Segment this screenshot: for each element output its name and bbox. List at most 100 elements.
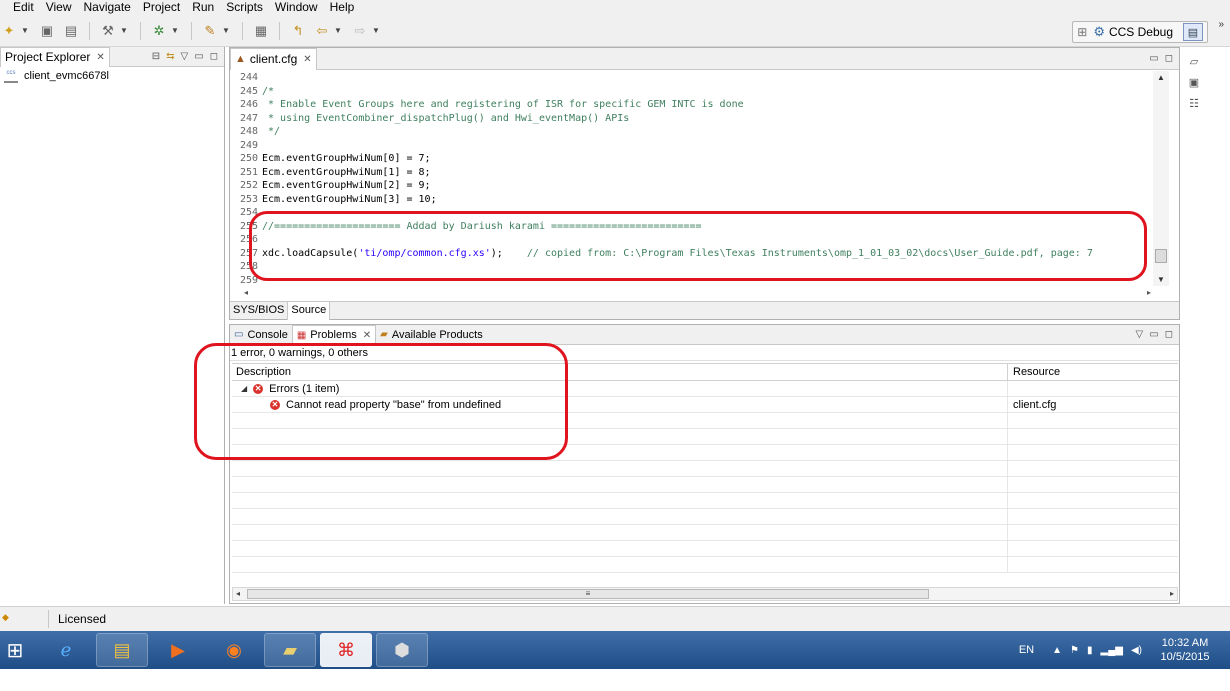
tree-outline-icon[interactable]: ☷: [1189, 97, 1199, 110]
view-menu-icon[interactable]: ▽: [1136, 329, 1144, 340]
view-menu-icon[interactable]: ▽: [181, 51, 189, 62]
maximize-icon[interactable]: ◻: [1165, 329, 1173, 340]
last-edit-icon[interactable]: ↰: [289, 22, 307, 40]
problems-horizontal-scrollbar[interactable]: ◂ ≡ ▸: [232, 587, 1178, 601]
code-line[interactable]: 246 * Enable Event Groups here and regis…: [240, 98, 1155, 112]
code-line[interactable]: 252 Ecm.eventGroupHwiNum[2] = 9;: [240, 179, 1155, 193]
forward-icon[interactable]: ⇨: [351, 22, 369, 40]
internet-explorer-icon[interactable]: ℯ: [40, 633, 92, 667]
chevron-down-icon[interactable]: ▼: [120, 26, 128, 35]
link-editor-icon[interactable]: ⇆: [166, 51, 174, 62]
media-player-icon[interactable]: ▶: [152, 633, 204, 667]
maximize-icon[interactable]: ◻: [1165, 53, 1173, 64]
scroll-right-icon[interactable]: ▸: [1170, 589, 1174, 598]
menu-view[interactable]: View: [40, 0, 78, 15]
code-line[interactable]: 257 xdc.loadCapsule('ti/omp/common.cfg.xs…: [240, 247, 1155, 261]
menu-navigate[interactable]: Navigate: [77, 0, 136, 15]
scroll-down-icon[interactable]: ▼: [1157, 275, 1165, 284]
scroll-left-icon[interactable]: ◂: [244, 288, 248, 297]
scroll-left-icon[interactable]: ◂: [236, 589, 240, 598]
menu-edit[interactable]: Edit: [0, 0, 40, 15]
scroll-up-icon[interactable]: ▲: [1157, 73, 1165, 82]
menu-run[interactable]: Run: [186, 0, 220, 15]
code-line[interactable]: 258: [240, 260, 1155, 274]
tree-project-node[interactable]: ccs client_evmc6678l: [0, 67, 224, 85]
firefox-icon[interactable]: ◉: [208, 633, 260, 667]
scroll-thumb[interactable]: [1155, 249, 1167, 263]
network-signal-icon[interactable]: ▂▄▆: [1101, 645, 1123, 656]
edit-perspective-icon[interactable]: ▤: [1183, 23, 1203, 41]
action-center-flag-icon[interactable]: ⚑: [1070, 645, 1079, 656]
power-icon[interactable]: ▮: [1087, 645, 1093, 656]
scroll-right-icon[interactable]: ▸: [1147, 288, 1151, 297]
column-resource[interactable]: Resource: [1008, 364, 1178, 380]
project-explorer-tab[interactable]: Project Explorer ✕: [0, 46, 110, 67]
code-line[interactable]: 247 * using EventCombiner_dispatchPlug()…: [240, 112, 1155, 126]
debug-bug-icon[interactable]: ✲: [150, 22, 168, 40]
build-hammer-icon[interactable]: ⚒: [99, 22, 117, 40]
code-line[interactable]: 255//===================== Addad by Dari…: [240, 220, 1155, 234]
tab-problems[interactable]: ▦ Problems ✕: [291, 324, 377, 345]
code-line[interactable]: 254: [240, 206, 1155, 220]
code-line[interactable]: 248 */: [240, 125, 1155, 139]
editor-vertical-scrollbar[interactable]: ▲ ▼: [1153, 71, 1169, 286]
file-explorer-icon[interactable]: ▤: [96, 633, 148, 667]
collapse-all-icon[interactable]: ⊟: [152, 51, 160, 62]
language-indicator[interactable]: EN: [1019, 644, 1034, 656]
back-icon[interactable]: ⇦: [313, 22, 331, 40]
close-icon[interactable]: ✕: [303, 54, 311, 65]
tab-source[interactable]: Source: [288, 301, 331, 320]
code-line[interactable]: 250 Ecm.eventGroupHwiNum[0] = 7;: [240, 152, 1155, 166]
start-button-icon[interactable]: ⊞: [0, 633, 30, 667]
tab-available-products[interactable]: ▰ Available Products: [376, 324, 487, 345]
sticky-notes-icon[interactable]: ▰: [264, 633, 316, 667]
table-row-errors-group[interactable]: ◢ ✕ Errors (1 item): [232, 381, 1178, 397]
editor-horizontal-scrollbar[interactable]: ◂ ▸: [240, 287, 1155, 299]
minimize-icon[interactable]: ▭: [1149, 53, 1158, 64]
tab-sysbios[interactable]: SYS/BIOS: [230, 301, 289, 320]
expand-triangle-icon[interactable]: ◢: [241, 384, 247, 393]
code-line[interactable]: 244: [240, 71, 1155, 85]
volume-icon[interactable]: ◀): [1131, 645, 1142, 656]
menu-window[interactable]: Window: [269, 0, 324, 15]
code-line[interactable]: 245/*: [240, 85, 1155, 99]
clock[interactable]: 10:32 AM 10/5/2015: [1150, 636, 1220, 664]
new-icon[interactable]: ✦: [0, 22, 18, 40]
outline-icon[interactable]: ▣: [1189, 76, 1199, 89]
more-perspectives-icon[interactable]: »: [1218, 19, 1224, 30]
editor-tab-client-cfg[interactable]: ▲ client.cfg ✕: [230, 47, 317, 70]
minimize-icon[interactable]: ▭: [1149, 329, 1158, 340]
perspective-label[interactable]: CCS Debug: [1109, 25, 1173, 39]
chevron-down-icon[interactable]: ▼: [222, 26, 230, 35]
chevron-down-icon[interactable]: ▼: [171, 26, 179, 35]
code-area[interactable]: 244 245/* 246 * Enable Event Groups here a…: [240, 71, 1155, 286]
acrobat-reader-icon[interactable]: ⌘: [320, 633, 372, 667]
ccs-studio-icon[interactable]: ⬢: [376, 633, 428, 667]
code-line[interactable]: 259: [240, 274, 1155, 287]
scroll-thumb[interactable]: ≡: [247, 589, 929, 599]
close-icon[interactable]: ✕: [363, 330, 371, 341]
menu-project[interactable]: Project: [137, 0, 186, 15]
show-hidden-icons-icon[interactable]: ▲: [1052, 645, 1062, 656]
menu-help[interactable]: Help: [324, 0, 361, 15]
close-icon[interactable]: ✕: [96, 52, 104, 63]
chevron-down-icon[interactable]: ▼: [372, 26, 380, 35]
menu-scripts[interactable]: Scripts: [220, 0, 269, 15]
flash-icon[interactable]: ✎: [201, 22, 219, 40]
code-line[interactable]: 249: [240, 139, 1155, 153]
save-all-icon[interactable]: ▤: [62, 22, 80, 40]
terminal-icon[interactable]: ▦: [252, 22, 270, 40]
column-description[interactable]: Description: [232, 364, 1008, 380]
code-line[interactable]: 256: [240, 233, 1155, 247]
save-icon[interactable]: ▣: [38, 22, 56, 40]
code-line[interactable]: 253 Ecm.eventGroupHwiNum[3] = 10;: [240, 193, 1155, 207]
minimize-icon[interactable]: ▭: [194, 51, 203, 62]
code-line[interactable]: 251 Ecm.eventGroupHwiNum[1] = 8;: [240, 166, 1155, 180]
maximize-icon[interactable]: ◻: [210, 51, 218, 62]
table-row-error[interactable]: ✕ Cannot read property "base" from undef…: [232, 397, 1178, 413]
chevron-down-icon[interactable]: ▼: [21, 26, 29, 35]
restore-icon[interactable]: ▱: [1190, 55, 1198, 68]
open-perspective-icon[interactable]: ⊞: [1077, 25, 1087, 39]
chevron-down-icon[interactable]: ▼: [334, 26, 342, 35]
tab-console[interactable]: ▭ Console: [230, 324, 292, 345]
